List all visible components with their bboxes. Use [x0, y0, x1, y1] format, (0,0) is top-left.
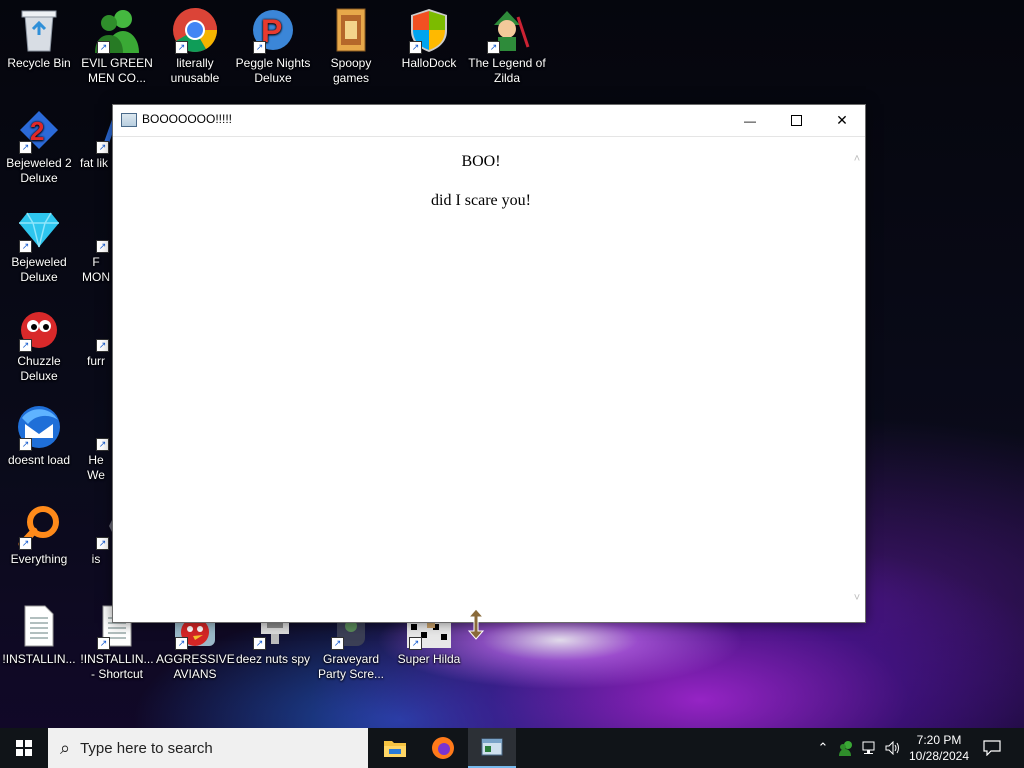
desktop-icon-chrome[interactable]: ↗ literally unusable — [156, 6, 234, 86]
desktop-icon-installing[interactable]: !INSTALLIN... — [0, 602, 78, 667]
icon-label: Peggle Nights Deluxe — [235, 56, 311, 85]
boo-heading: BOO! — [461, 153, 501, 170]
notifications-button[interactable] — [978, 728, 1006, 768]
desktop-icon-bejeweled-2[interactable]: 2 ↗ Bejeweled 2 Deluxe — [0, 106, 78, 186]
green-men-icon: ↗ — [93, 6, 141, 54]
desktop-icon-furr[interactable]: ↗ furr — [78, 304, 114, 369]
icon-label: Chuzzle Deluxe — [17, 354, 61, 383]
icon-label: Graveyard Party Scre... — [317, 652, 385, 681]
window-titlebar[interactable]: BOOOOOOO!!!!! — ✕ — [113, 105, 865, 137]
clock-time: 7:20 PM — [916, 733, 962, 747]
icon-label: Bejeweled 2 Deluxe — [6, 156, 72, 185]
scroll-up-icon[interactable]: ˄ — [849, 151, 865, 167]
windows-logo-icon — [16, 740, 32, 756]
desktop-icon-evil-green-men[interactable]: ↗ EVIL GREEN MEN CO... — [78, 6, 156, 86]
icon-label: F MON — [82, 255, 110, 284]
taskbar-firefox[interactable] — [420, 728, 466, 768]
notification-icon — [983, 740, 1001, 756]
desktop-icon-chuzzle[interactable]: ↗ Chuzzle Deluxe — [0, 304, 78, 384]
app-icon: ↗ — [92, 502, 114, 550]
firefox-icon: ↗ — [92, 304, 114, 352]
desktop-icon-he-we[interactable]: ↗ He We — [78, 403, 114, 483]
taskbar-boo-window[interactable] — [468, 728, 516, 768]
desktop-icon-peggle[interactable]: P ↗ Peggle Nights Deluxe — [234, 6, 312, 86]
maximize-icon — [790, 115, 802, 126]
text-file-icon — [15, 602, 63, 650]
app-icon: ↗ — [92, 106, 114, 154]
file-explorer-icon — [384, 741, 406, 757]
desktop-icon-hallodock[interactable]: ↗ HalloDock — [390, 6, 468, 71]
taskbar-file-explorer[interactable] — [372, 728, 418, 768]
desktop-icon-f-mon[interactable]: ↗ F MON — [78, 205, 114, 285]
app-window-icon — [121, 113, 137, 127]
diamond-icon: ↗ — [15, 205, 63, 253]
icon-label: fat lik — [80, 156, 109, 170]
volume-icon[interactable] — [882, 728, 904, 768]
chevron-up-icon: ⌃ — [817, 740, 829, 755]
resize-cursor-icon — [467, 608, 485, 640]
vertical-scrollbar[interactable]: ˄ ˅ — [849, 137, 865, 622]
desktop-icon-is[interactable]: ↗ is — [78, 502, 114, 567]
bejeweled2-icon: 2 ↗ — [15, 106, 63, 154]
search-icon: ⌕ — [60, 737, 71, 758]
desktop-icon-fat-lik[interactable]: ↗ fat lik — [78, 106, 114, 171]
taskbar-clock[interactable]: 7:20 PM 10/28/2024 — [906, 732, 972, 764]
icon-label: HalloDock — [401, 56, 457, 70]
icon-label: literally unusable — [170, 56, 220, 85]
windows-shield-icon: ↗ — [405, 6, 453, 54]
icon-label: Super Hilda — [397, 652, 461, 666]
icon-label: doesnt load — [7, 453, 71, 467]
icon-label: AGGRESSIVE AVIANS — [156, 652, 235, 681]
scroll-down-icon[interactable]: ˅ — [849, 590, 865, 606]
svg-text:2: 2 — [30, 116, 44, 146]
thunderbird-icon: ↗ — [15, 403, 63, 451]
desktop-icon-legend-of-zilda[interactable]: ↗ The Legend of Zilda — [468, 6, 546, 86]
window-content: BOO! did I scare you! — [113, 137, 849, 622]
peggle-icon: P ↗ — [249, 6, 297, 54]
desktop-icon-doesnt-load[interactable]: ↗ doesnt load — [0, 403, 78, 468]
everything-search-icon: ↗ — [15, 502, 63, 550]
taskbar: ⌕ Type here to search ⌃ 7:20 PM 10/28/20… — [0, 728, 1024, 768]
taskbar-search-box[interactable]: ⌕ Type here to search — [48, 728, 368, 768]
window-title: BOOOOOOO!!!!! — [142, 112, 233, 126]
start-button[interactable] — [0, 728, 48, 768]
tray-people-icon[interactable] — [836, 728, 856, 768]
folder-icon — [327, 6, 375, 54]
search-placeholder: Type here to search — [80, 739, 213, 757]
app-icon: ↗ — [92, 205, 114, 253]
icon-label: !INSTALLIN... - Shortcut — [80, 652, 154, 681]
close-icon: ✕ — [836, 112, 848, 128]
icon-label: The Legend of Zilda — [468, 56, 546, 85]
chuzzle-icon: ↗ — [15, 304, 63, 352]
maximize-button[interactable] — [773, 105, 819, 136]
minimize-button[interactable]: — — [727, 105, 773, 136]
show-hidden-icons-button[interactable]: ⌃ — [814, 728, 832, 768]
desktop-icon-spoopy-games[interactable]: Spoopy games — [312, 6, 390, 86]
desktop-icon-recycle-bin[interactable]: Recycle Bin — [0, 6, 78, 71]
icon-label: Everything — [10, 552, 68, 566]
icon-label: Bejeweled Deluxe — [11, 255, 67, 284]
network-icon[interactable] — [860, 728, 880, 768]
close-button[interactable]: ✕ — [819, 105, 865, 136]
recycle-bin-icon — [15, 6, 63, 54]
icon-label: Recycle Bin — [7, 56, 71, 70]
zilda-icon: ↗ — [483, 6, 531, 54]
icon-label: furr — [87, 354, 105, 368]
firefox-icon — [432, 737, 454, 759]
icon-label: deez nuts spy — [235, 652, 311, 666]
icon-label: EVIL GREEN MEN CO... — [81, 56, 153, 85]
minimize-icon: — — [744, 113, 756, 128]
desktop-icon-bejeweled[interactable]: ↗ Bejeweled Deluxe — [0, 205, 78, 285]
icon-label: Spoopy games — [330, 56, 372, 85]
boo-window[interactable]: BOOOOOOO!!!!! — ✕ BOO! did I scare you! … — [112, 104, 866, 623]
icon-label: is — [91, 552, 101, 566]
scare-message: did I scare you! — [431, 192, 531, 209]
desktop-icon-everything[interactable]: ↗ Everything — [0, 502, 78, 567]
app-icon: ↗ — [92, 403, 114, 451]
chrome-icon: ↗ — [171, 6, 219, 54]
clock-date: 10/28/2024 — [908, 749, 970, 763]
app-window-icon — [481, 738, 503, 756]
icon-label: He We — [87, 453, 105, 482]
icon-label: !INSTALLIN... — [2, 652, 76, 666]
